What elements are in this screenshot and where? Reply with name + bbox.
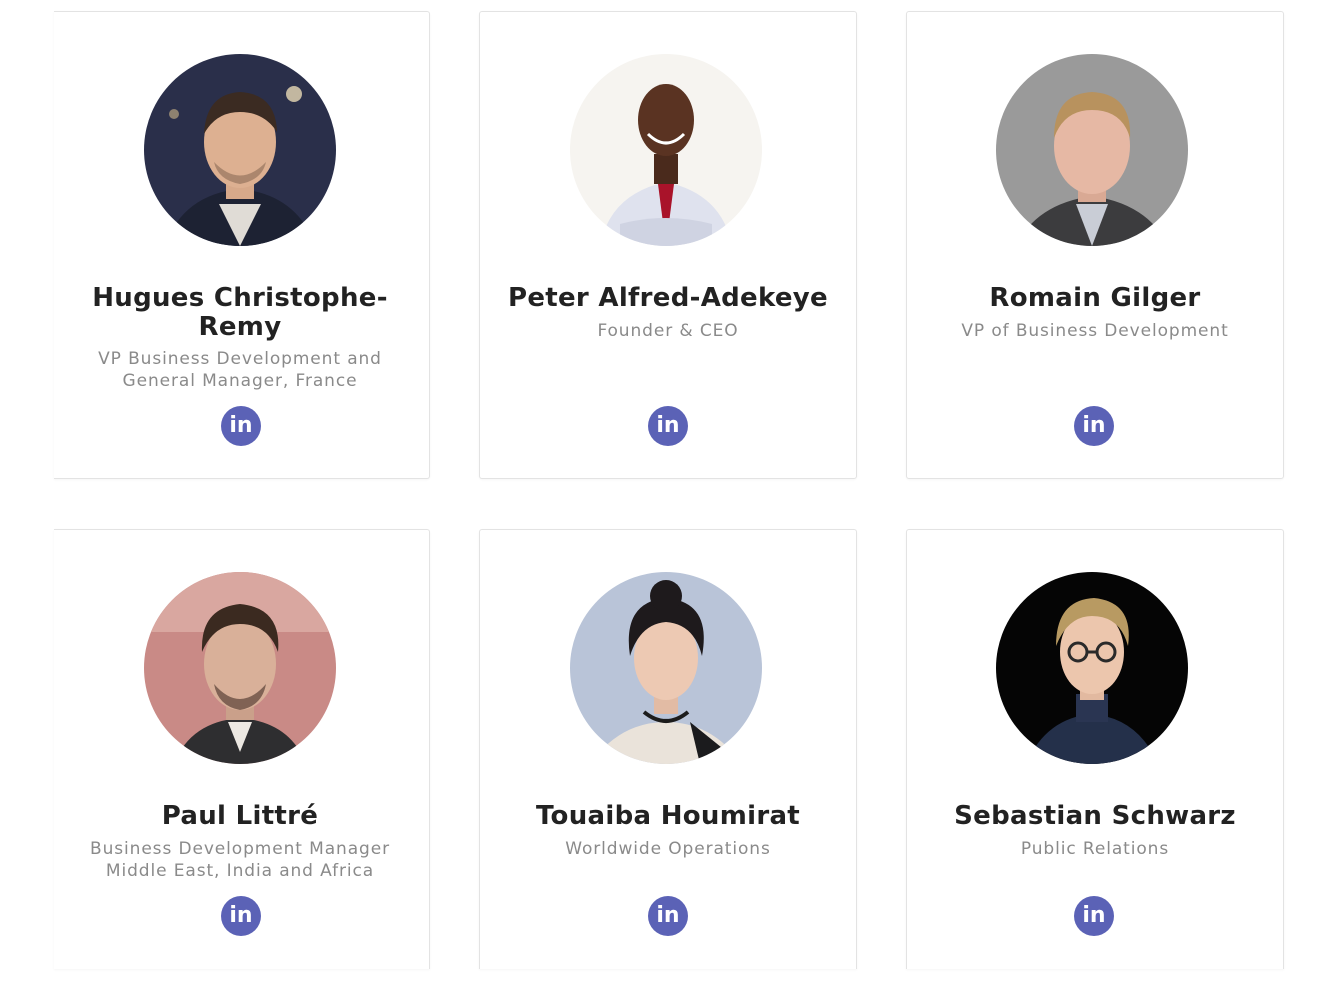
- linkedin-icon[interactable]: in: [648, 406, 688, 446]
- member-role-line: Middle East, India and Africa: [105, 861, 375, 881]
- member-name: Romain Gilger: [913, 284, 1277, 313]
- member-name-line: Romain Gilger: [989, 283, 1201, 313]
- member-role: Founder & CEO: [486, 320, 850, 342]
- member-role: Business Development Manager Middle East…: [60, 838, 420, 882]
- member-role: VP of Business Development: [913, 320, 1277, 342]
- linkedin-icon[interactable]: in: [648, 896, 688, 936]
- member-name: Peter Alfred-Adekeye: [486, 284, 850, 313]
- avatar: [144, 54, 336, 246]
- member-role-line: Business Development Manager: [90, 839, 390, 859]
- team-grid: Hugues Christophe- Remy VP Business Deve…: [0, 0, 1340, 988]
- member-role-line: VP of Business Development: [961, 321, 1229, 341]
- member-name-line: Paul Littré: [161, 801, 319, 831]
- member-role: VP Business Development and General Mana…: [60, 348, 420, 392]
- linkedin-icon[interactable]: in: [1074, 406, 1114, 446]
- member-name-line: Remy: [198, 312, 282, 342]
- member-role-line: VP Business Development and: [98, 349, 382, 369]
- member-role: Worldwide Operations: [486, 838, 850, 860]
- member-name-line: Touaiba Houmirat: [535, 801, 801, 831]
- member-role: Public Relations: [913, 838, 1277, 860]
- member-role-line: Founder & CEO: [597, 321, 739, 341]
- member-name: Hugues Christophe- Remy: [60, 284, 420, 342]
- linkedin-icon[interactable]: in: [221, 896, 261, 936]
- linkedin-icon[interactable]: in: [221, 406, 261, 446]
- member-name: Sebastian Schwarz: [913, 802, 1277, 831]
- member-role-line: General Manager, France: [122, 371, 358, 391]
- member-name-line: Sebastian Schwarz: [954, 801, 1236, 831]
- member-role-line: Public Relations: [1020, 839, 1170, 859]
- avatar: [144, 572, 336, 764]
- member-name: Touaiba Houmirat: [486, 802, 850, 831]
- avatar: [996, 572, 1188, 764]
- linkedin-icon[interactable]: in: [1074, 896, 1114, 936]
- member-role-line: Worldwide Operations: [565, 839, 771, 859]
- member-name-line: Hugues Christophe-: [92, 283, 388, 313]
- member-name-line: Peter Alfred-Adekeye: [507, 283, 828, 313]
- avatar: [996, 54, 1188, 246]
- member-name: Paul Littré: [60, 802, 420, 831]
- avatar: [570, 572, 762, 764]
- avatar: [570, 54, 762, 246]
